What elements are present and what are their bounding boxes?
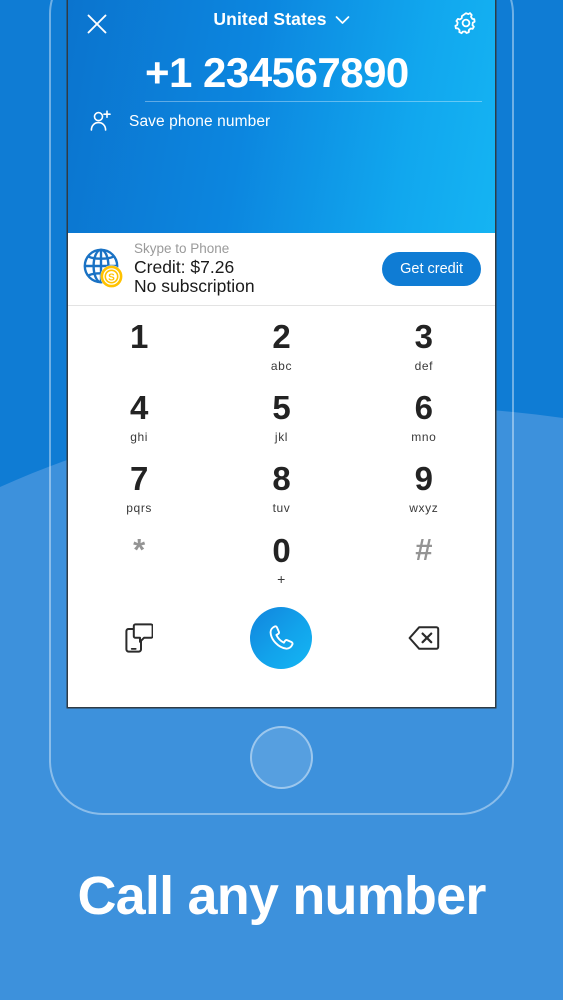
save-phone-number-button[interactable]: Save phone number bbox=[88, 109, 270, 135]
key-7[interactable]: 7 pqrs bbox=[68, 452, 210, 523]
gear-icon bbox=[454, 12, 476, 35]
key-5[interactable]: 5 jkl bbox=[210, 381, 352, 452]
key-digit: # bbox=[415, 531, 433, 567]
key-digit: 3 bbox=[414, 317, 433, 355]
key-letters: wxyz bbox=[409, 500, 439, 515]
dialpad-action-row bbox=[68, 594, 495, 682]
key-digit: 7 bbox=[129, 459, 149, 497]
svg-text:S: S bbox=[108, 272, 115, 283]
key-hash[interactable]: # bbox=[353, 523, 495, 594]
phone-number-underline bbox=[145, 101, 482, 102]
key-2[interactable]: 2 abc bbox=[210, 310, 352, 381]
credit-title: Skype to Phone bbox=[134, 241, 230, 257]
add-contact-icon bbox=[90, 110, 111, 131]
app-screen: United States +1 234567890 Save phone nu… bbox=[68, 0, 495, 707]
phone-handset-icon bbox=[270, 625, 294, 650]
key-digit: 1 bbox=[129, 317, 149, 355]
save-phone-number-label: Save phone number bbox=[129, 113, 271, 130]
key-6[interactable]: 6 mno bbox=[353, 381, 495, 452]
promo-caption: Call any number bbox=[77, 866, 486, 926]
keypad-row: 1 2 abc 3 def bbox=[68, 310, 495, 381]
key-letters: def bbox=[414, 358, 434, 373]
globe-coin-icon: S bbox=[83, 248, 123, 288]
country-name: United States bbox=[213, 9, 327, 29]
key-letters: abc bbox=[270, 358, 293, 373]
key-letters: ghi bbox=[130, 429, 149, 444]
key-9[interactable]: 9 wxyz bbox=[353, 452, 495, 523]
keypad-row: 7 pqrs 8 tuv 9 wxyz bbox=[68, 452, 495, 523]
key-digit: 5 bbox=[272, 388, 291, 426]
phone-number-display[interactable]: +1 234567890 bbox=[145, 49, 409, 97]
chevron-down-icon bbox=[335, 15, 349, 24]
dialpad-header: United States +1 234567890 Save phone nu… bbox=[68, 0, 495, 233]
key-digit: 6 bbox=[414, 388, 433, 426]
header-topbar: United States bbox=[68, 0, 495, 46]
credit-text-block: Skype to Phone Credit: $7.26 No subscrip… bbox=[134, 242, 382, 296]
phone-message-icon bbox=[125, 623, 154, 653]
credit-subscription-status: No subscription bbox=[134, 276, 255, 297]
skype-credit-bar[interactable]: S Skype to Phone Credit: $7.26 No subscr… bbox=[68, 233, 495, 306]
key-1[interactable]: 1 bbox=[68, 310, 210, 381]
phone-home-button[interactable] bbox=[250, 726, 313, 789]
dialpad-keypad: 1 2 abc 3 def 4 ghi 5 jkl 6 mno 7 pqrs 8… bbox=[68, 306, 495, 594]
key-digit: 2 bbox=[272, 317, 291, 355]
backspace-button[interactable] bbox=[353, 625, 495, 651]
key-letters: tuv bbox=[272, 500, 291, 515]
keypad-row: * 0 + # bbox=[68, 523, 495, 594]
key-letters: jkl bbox=[274, 429, 289, 444]
key-digit: 8 bbox=[272, 459, 291, 497]
key-4[interactable]: 4 ghi bbox=[68, 381, 210, 452]
get-credit-button[interactable]: Get credit bbox=[382, 252, 481, 286]
key-3[interactable]: 3 def bbox=[353, 310, 495, 381]
backspace-icon bbox=[408, 626, 440, 650]
key-letters: mno bbox=[411, 429, 437, 444]
key-digit: 9 bbox=[414, 459, 433, 497]
credit-amount: Credit: $7.26 bbox=[134, 256, 235, 277]
key-letters: + bbox=[277, 570, 286, 587]
country-selector[interactable]: United States bbox=[68, 9, 495, 30]
key-0[interactable]: 0 + bbox=[210, 523, 352, 594]
settings-button[interactable] bbox=[449, 6, 483, 40]
key-letters: pqrs bbox=[126, 500, 153, 515]
key-star[interactable]: * bbox=[68, 523, 210, 594]
keypad-row: 4 ghi 5 jkl 6 mno bbox=[68, 381, 495, 452]
key-digit: * bbox=[133, 531, 146, 567]
send-sms-button[interactable] bbox=[68, 623, 210, 653]
key-digit: 4 bbox=[129, 388, 149, 426]
call-button[interactable] bbox=[250, 607, 313, 669]
call-button-cell bbox=[210, 607, 352, 669]
key-digit: 0 bbox=[272, 531, 291, 569]
key-8[interactable]: 8 tuv bbox=[210, 452, 352, 523]
